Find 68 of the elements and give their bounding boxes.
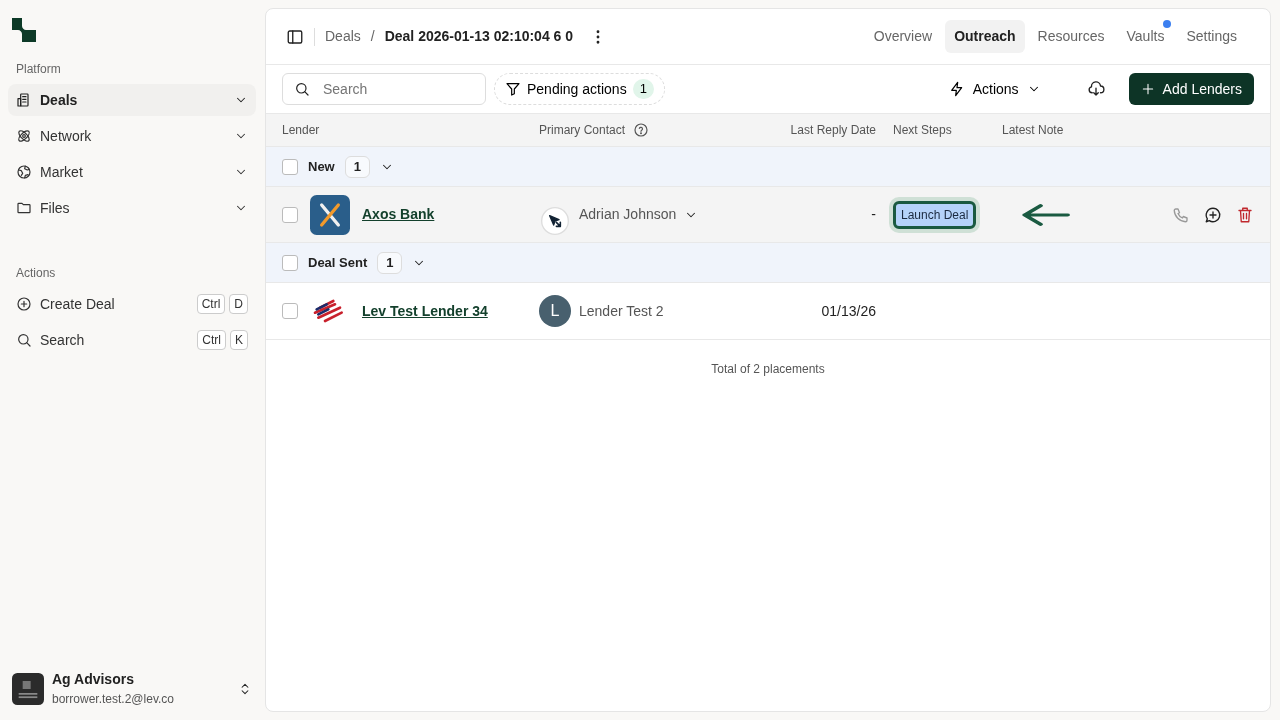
sidebar-toggle-icon[interactable] bbox=[286, 27, 304, 46]
column-header: Last Reply Date bbox=[790, 123, 876, 137]
total-count: Total of 2 placements bbox=[711, 362, 825, 376]
filter-icon bbox=[505, 81, 521, 97]
contact-name: Lender Test 2 bbox=[579, 301, 664, 321]
column-header: Latest Note bbox=[1002, 123, 1064, 137]
tab[interactable]: Vaults bbox=[1117, 20, 1174, 53]
section-heading: Actions bbox=[15, 265, 57, 282]
section-heading: Platform bbox=[15, 61, 62, 78]
add-comment-icon[interactable] bbox=[1204, 205, 1222, 224]
sidebar-item[interactable]: Deals bbox=[8, 84, 256, 116]
count-badge: 1 bbox=[344, 155, 370, 178]
breadcrumb-link[interactable]: Deals bbox=[325, 26, 361, 47]
sidebar-item[interactable]: Network bbox=[8, 120, 256, 152]
checkbox[interactable] bbox=[282, 254, 298, 271]
column-header: Next Steps bbox=[893, 123, 952, 137]
count-badge: 1 bbox=[632, 79, 654, 99]
sidebar-item[interactable]: Market bbox=[8, 156, 256, 188]
lender-link[interactable]: Axos Bank bbox=[362, 204, 435, 225]
reply-date: 01/13/26 bbox=[821, 302, 876, 319]
sidebar-item[interactable]: Files bbox=[8, 192, 256, 224]
column-header: Primary Contact bbox=[539, 122, 626, 139]
tab[interactable]: Outreach bbox=[945, 20, 1025, 53]
count-badge: 1 bbox=[377, 251, 403, 274]
plus-circle-icon bbox=[16, 296, 32, 312]
reply-date: - bbox=[871, 206, 876, 222]
cursor-icon bbox=[539, 204, 571, 237]
help-icon bbox=[633, 122, 650, 138]
tab[interactable]: Overview bbox=[864, 20, 942, 53]
tab[interactable]: Resources bbox=[1028, 20, 1114, 53]
group-label: Deal Sent bbox=[308, 253, 368, 272]
phone-icon[interactable] bbox=[1172, 205, 1190, 224]
actions-button[interactable]: Actions bbox=[942, 77, 1047, 101]
checkbox[interactable] bbox=[282, 206, 298, 223]
key-hint: K bbox=[230, 330, 248, 350]
lender-link[interactable]: Lev Test Lender 34 bbox=[362, 300, 488, 322]
lightning-icon bbox=[948, 81, 965, 97]
contact-name[interactable]: Adrian Johnson bbox=[579, 204, 677, 225]
cloud-download-icon[interactable] bbox=[1086, 80, 1105, 98]
avatar: L bbox=[539, 295, 571, 327]
group-label: New bbox=[308, 157, 335, 176]
key-hint: D bbox=[229, 294, 248, 314]
key-hint: Ctrl bbox=[196, 294, 226, 314]
sidebar-item[interactable]: Search Ctrl K bbox=[8, 324, 256, 356]
sidebar-item[interactable]: Create Deal Ctrl D bbox=[8, 288, 256, 320]
avatar-icon bbox=[12, 672, 44, 705]
checkbox[interactable] bbox=[282, 303, 298, 319]
filter-button[interactable]: Pending actions 1 bbox=[494, 73, 665, 105]
search-field[interactable]: Search bbox=[282, 73, 486, 105]
account-name: Ag Advisors bbox=[52, 670, 135, 689]
atom-icon bbox=[16, 128, 32, 144]
breadcrumb-separator: / bbox=[370, 27, 375, 46]
plus-icon bbox=[1140, 82, 1155, 96]
tab[interactable]: Settings bbox=[1177, 20, 1246, 53]
column-header: Lender bbox=[282, 122, 320, 139]
folder-icon bbox=[16, 200, 32, 216]
globe-icon bbox=[16, 164, 32, 180]
logo-icon bbox=[12, 18, 36, 42]
key-hint: Ctrl bbox=[197, 330, 226, 350]
account-switcher[interactable]: Ag Advisors borrower.test.2@lev.co bbox=[8, 669, 256, 712]
building-icon bbox=[16, 92, 32, 108]
search-icon bbox=[16, 332, 32, 348]
checkbox[interactable] bbox=[282, 158, 298, 175]
add-lenders-button[interactable]: Add Lenders bbox=[1128, 73, 1254, 105]
lender-logo bbox=[310, 194, 350, 235]
delete-icon[interactable] bbox=[1236, 205, 1254, 224]
account-email: borrower.test.2@lev.co bbox=[52, 691, 175, 708]
deal-title: Deal 2026-01-13 02:10:04 6 0 bbox=[384, 27, 574, 46]
